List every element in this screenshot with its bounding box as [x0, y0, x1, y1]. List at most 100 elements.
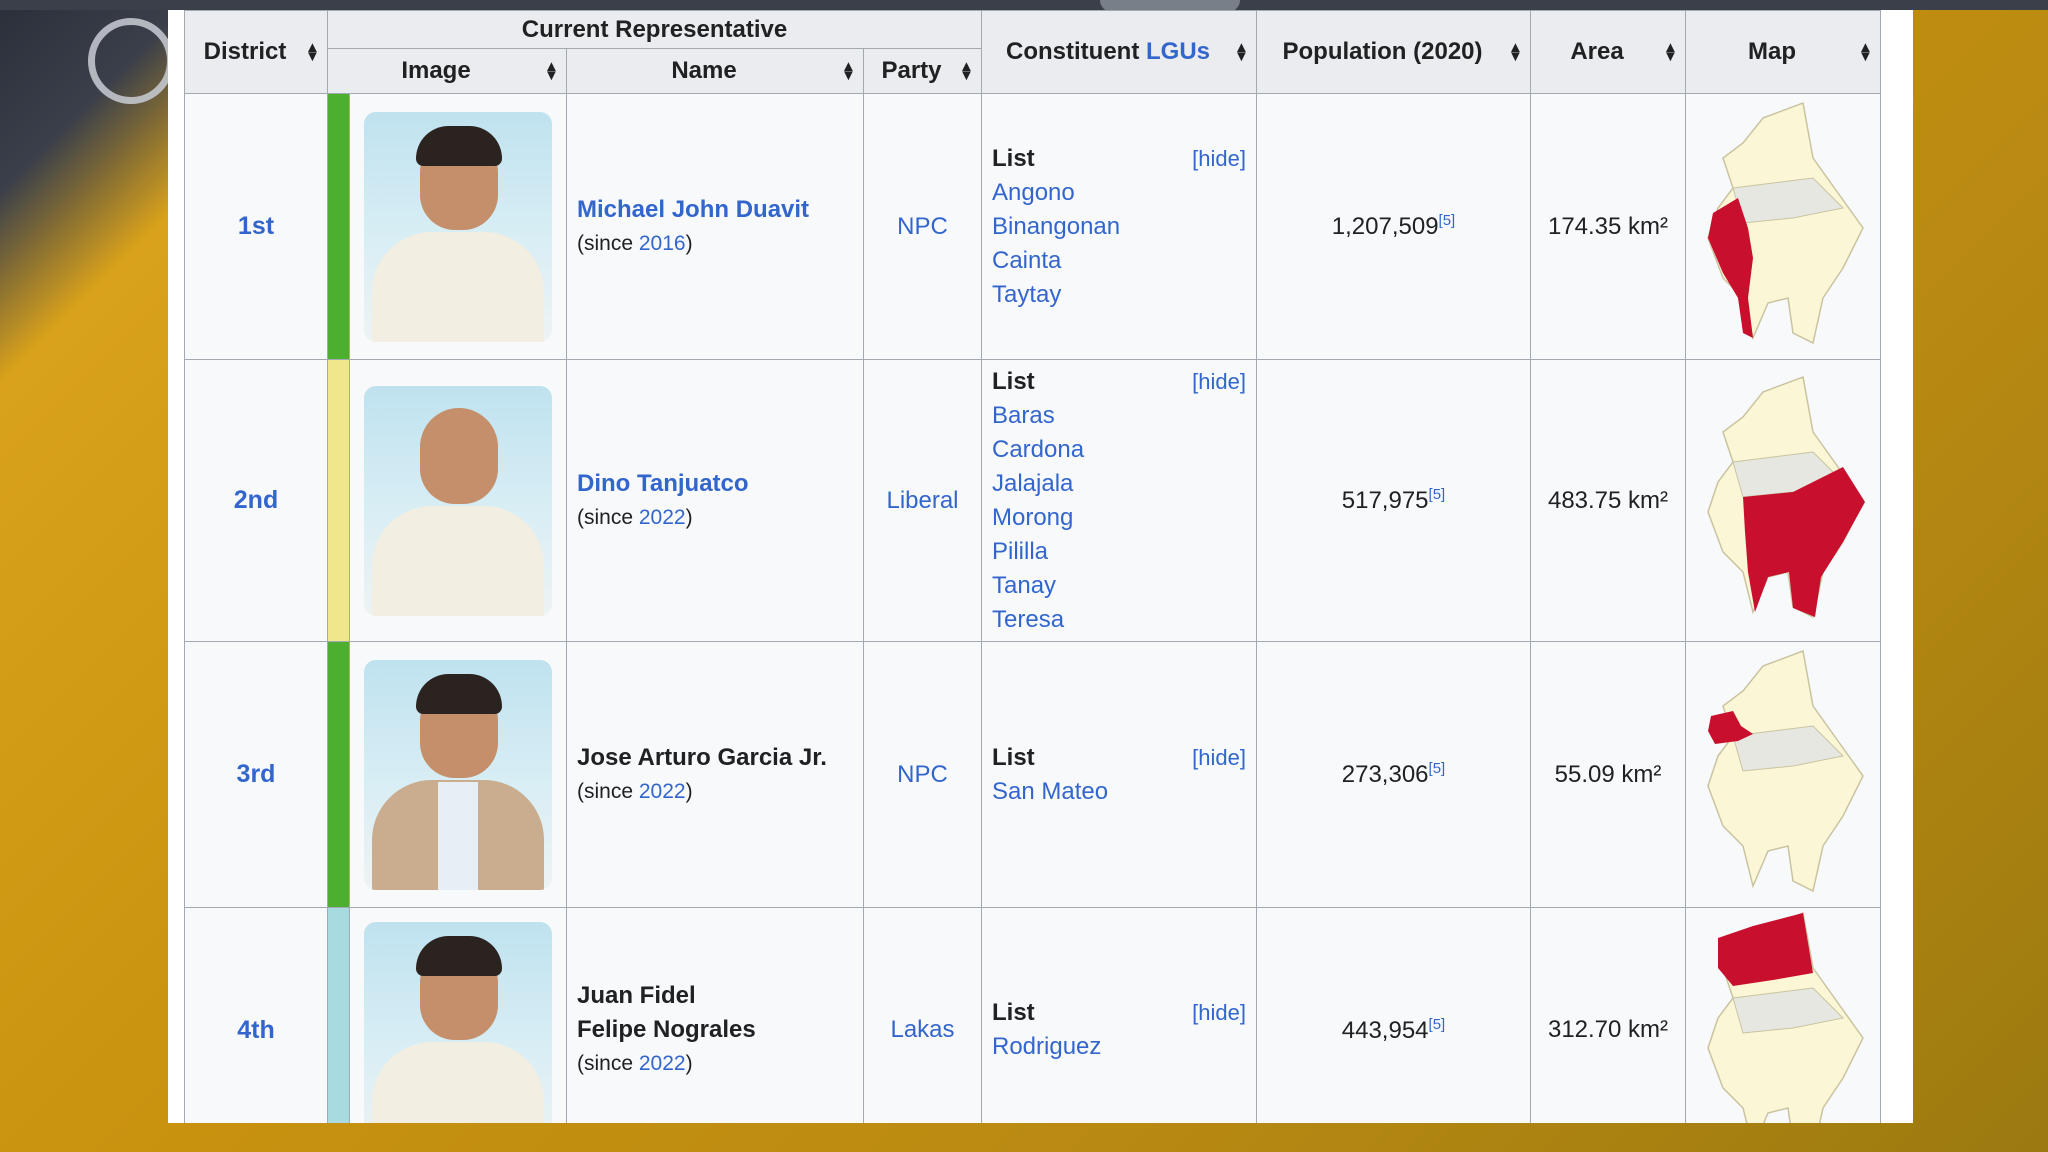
sort-icon[interactable]: ▲ ▼ [1234, 40, 1249, 64]
district-link[interactable]: 3rd [184, 641, 328, 908]
lgu-link[interactable]: Cardona [992, 433, 1246, 467]
sort-icon[interactable]: ▲ ▼ [841, 59, 856, 83]
district-map[interactable] [1693, 372, 1873, 622]
wiki-table-panel: District ▲ ▼ Current Representative Const… [168, 10, 1913, 1123]
representative-name-cell: Juan Fidel Felipe Nograles (since 2022) [566, 907, 864, 1123]
since-text: (since 2022) [577, 505, 693, 529]
list-label: List [992, 144, 1035, 172]
district-map[interactable] [1693, 98, 1873, 348]
lgu-link[interactable]: Angono [992, 176, 1246, 210]
sort-icon[interactable]: ▲ ▼ [1663, 40, 1678, 64]
lgus-link[interactable]: LGUs [1146, 38, 1210, 65]
lgu-link[interactable]: Rodriguez [992, 1030, 1246, 1064]
population-cell: 517,975[5] [1256, 359, 1531, 642]
reference-link[interactable]: [5] [1429, 486, 1446, 503]
party-color-bar [327, 907, 350, 1123]
table-row: 3rd Jose Arturo Garcia Jr. (since 2022) … [184, 641, 1881, 908]
hide-toggle[interactable]: [hide] [1192, 142, 1246, 176]
party-link[interactable]: NPC [863, 641, 982, 908]
party-color-bar [327, 359, 350, 642]
party-link[interactable]: Lakas [863, 907, 982, 1123]
header-current-representative: Current Representative [327, 10, 982, 49]
year-link[interactable]: 2016 [639, 232, 686, 255]
lgu-list-cell: List [hide] Rodriguez [981, 907, 1257, 1123]
representative-name: Jose Arturo Garcia Jr. [577, 743, 827, 771]
district-link[interactable]: 1st [184, 93, 328, 360]
sort-icon[interactable]: ▲ ▼ [305, 40, 320, 64]
district-link[interactable]: 2nd [184, 359, 328, 642]
lgu-link[interactable]: Cainta [992, 244, 1246, 278]
lgu-list: San Mateo [992, 775, 1246, 809]
background-top-band [0, 0, 2048, 10]
representative-photo-cell [349, 641, 567, 908]
area-cell: 174.35 km² [1530, 93, 1686, 360]
header-district[interactable]: District ▲ ▼ [184, 10, 328, 94]
party-link[interactable]: Liberal [863, 359, 982, 642]
lgu-link[interactable]: Jalajala [992, 467, 1246, 501]
representative-photo[interactable] [364, 385, 552, 616]
representative-name-cell: Michael John Duavit (since 2016) [566, 93, 864, 360]
hide-toggle[interactable]: [hide] [1192, 741, 1246, 775]
lgu-list-cell: List [hide] Angono Binangonan Cainta Tayt… [981, 93, 1257, 360]
area-cell: 55.09 km² [1530, 641, 1686, 908]
representative-photo[interactable] [364, 111, 552, 342]
sort-icon[interactable]: ▲ ▼ [544, 59, 559, 83]
lgu-list-cell: List [hide] San Mateo [981, 641, 1257, 908]
lgu-link[interactable]: Baras [992, 399, 1246, 433]
representative-name-line-1: Juan Fidel [577, 982, 696, 1009]
district-map[interactable] [1693, 908, 1873, 1123]
lgu-link[interactable]: Taytay [992, 278, 1246, 312]
sort-icon[interactable]: ▲ ▼ [1858, 40, 1873, 64]
district-link[interactable]: 4th [184, 907, 328, 1123]
reference-link[interactable]: [5] [1429, 1016, 1446, 1033]
representative-name-link[interactable]: Dino Tanjuatco [577, 467, 853, 501]
representative-photo[interactable] [364, 659, 552, 890]
sort-icon[interactable]: ▲ ▼ [959, 59, 974, 83]
party-color-bar [327, 93, 350, 360]
header-party[interactable]: Party ▲ ▼ [863, 48, 982, 94]
year-link[interactable]: 2022 [639, 506, 686, 529]
header-constituent-lgus[interactable]: Constituent LGUs ▲ ▼ [981, 10, 1257, 94]
representative-photo-cell [349, 359, 567, 642]
lgu-link[interactable]: Teresa [992, 603, 1246, 637]
lgu-list-cell: List [hide] Baras Cardona Jalajala Morong… [981, 359, 1257, 642]
list-label: List [992, 743, 1035, 771]
population-cell: 273,306[5] [1256, 641, 1531, 908]
representative-photo[interactable] [364, 922, 552, 1123]
header-map[interactable]: Map ▲ ▼ [1685, 10, 1881, 94]
sort-icon[interactable]: ▲ ▼ [1508, 40, 1523, 64]
representative-name-cell: Jose Arturo Garcia Jr. (since 2022) [566, 641, 864, 908]
district-map-cell [1685, 907, 1881, 1123]
district-map-cell [1685, 359, 1881, 642]
header-image[interactable]: Image ▲ ▼ [327, 48, 567, 94]
party-link[interactable]: NPC [863, 93, 982, 360]
lgu-link[interactable]: Pililla [992, 535, 1246, 569]
hide-toggle[interactable]: [hide] [1192, 365, 1246, 399]
background-ring-decoration [88, 18, 174, 104]
header-name[interactable]: Name ▲ ▼ [566, 48, 864, 94]
area-cell: 312.70 km² [1530, 907, 1686, 1123]
lgu-link[interactable]: Morong [992, 501, 1246, 535]
lgu-link[interactable]: San Mateo [992, 775, 1246, 809]
hide-toggle[interactable]: [hide] [1192, 996, 1246, 1030]
party-color-bar [327, 641, 350, 908]
reference-link[interactable]: [5] [1429, 760, 1446, 777]
representative-photo-cell [349, 93, 567, 360]
table-row: 2nd Dino Tanjuatco (since 2022) Liberal … [184, 359, 1881, 642]
representative-name-link[interactable]: Michael John Duavit [577, 193, 853, 227]
table-row: 1st Michael John Duavit (since 2016) NPC… [184, 93, 1881, 360]
year-link[interactable]: 2022 [639, 780, 686, 803]
header-population[interactable]: Population (2020) ▲ ▼ [1256, 10, 1531, 94]
population-cell: 443,954[5] [1256, 907, 1531, 1123]
table-row: 4th Juan Fidel Felipe Nograles (since 20… [184, 907, 1881, 1123]
since-text: (since 2016) [577, 231, 693, 255]
lgu-link[interactable]: Binangonan [992, 210, 1246, 244]
lgu-list: Angono Binangonan Cainta Taytay [992, 176, 1246, 312]
year-link[interactable]: 2022 [639, 1052, 686, 1075]
population-cell: 1,207,509[5] [1256, 93, 1531, 360]
header-area[interactable]: Area ▲ ▼ [1530, 10, 1686, 94]
reference-link[interactable]: [5] [1439, 212, 1456, 229]
lgu-list: Baras Cardona Jalajala Morong Pililla Ta… [992, 399, 1246, 637]
district-map[interactable] [1693, 646, 1873, 896]
lgu-link[interactable]: Tanay [992, 569, 1246, 603]
